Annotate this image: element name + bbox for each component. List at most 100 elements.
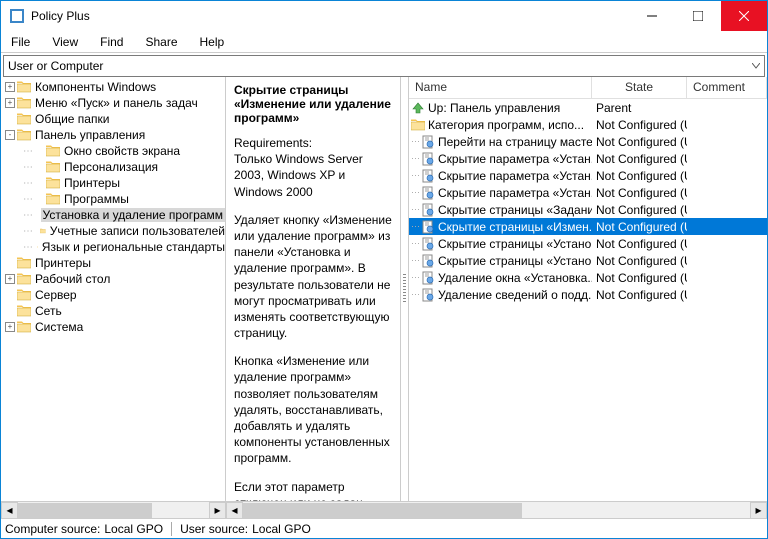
tree-item[interactable]: +Система	[1, 319, 225, 335]
list-row[interactable]: ⋯Скрытие параметра «Устан...Not Configur…	[409, 150, 767, 167]
tree-spacer	[34, 162, 44, 172]
list-row[interactable]: ⋯Удаление сведений о подд...Not Configur…	[409, 286, 767, 303]
desc-para-2: Кнопка «Изменение или удаление программ»…	[234, 353, 392, 466]
tree-item-label: Общие папки	[35, 112, 109, 126]
maximize-button[interactable]	[675, 1, 721, 31]
scroll-left-icon[interactable]: ◂	[1, 502, 18, 519]
tree-spacer	[5, 114, 15, 124]
list-row[interactable]: ⋯Скрытие страницы «Устано...Not Configur…	[409, 252, 767, 269]
tree-item[interactable]: ⋯Учетные записи пользователей	[1, 223, 225, 239]
folder-icon	[17, 305, 31, 317]
tree-hscroll[interactable]: ◂ ▸	[1, 501, 226, 518]
folder-icon	[17, 81, 31, 93]
tree-item[interactable]: Общие папки	[1, 111, 225, 127]
folder-icon	[17, 273, 31, 285]
tree-item[interactable]: Принтеры	[1, 255, 225, 271]
scroll-right-icon[interactable]: ▸	[750, 502, 767, 519]
list-row-state: Not Configured (U)	[592, 186, 687, 200]
col-comment[interactable]: Comment	[687, 77, 767, 98]
tree-item[interactable]: + Рабочий стол	[1, 271, 225, 287]
tree-item[interactable]: ⋯Программы	[1, 191, 225, 207]
tree-item[interactable]: +Компоненты Windows	[1, 79, 225, 95]
chevron-down-icon	[752, 63, 760, 69]
folder-icon	[17, 129, 31, 141]
policy-icon	[421, 169, 435, 183]
folder-icon	[37, 241, 38, 253]
list-row-state: Not Configured (U)	[592, 152, 687, 166]
tree-pane[interactable]: +Компоненты Windows+Меню «Пуск» и панель…	[1, 77, 226, 501]
tree-item-label: Учетные записи пользователей	[50, 224, 225, 238]
tree-item[interactable]: ⋯Окно свойств экрана	[1, 143, 225, 159]
up-icon	[411, 101, 425, 115]
tree-item[interactable]: -Панель управления	[1, 127, 225, 143]
scroll-right-icon[interactable]: ▸	[209, 502, 226, 519]
list-row[interactable]: Категория программ, испо...Not Configure…	[409, 116, 767, 133]
tree-item-label: Персонализация	[64, 160, 158, 174]
tree-item-label: Рабочий стол	[35, 272, 110, 286]
list-pane: Name State Comment Up: Панель управления…	[409, 77, 767, 501]
list-row[interactable]: ⋯Перейти на страницу масте...Not Configu…	[409, 133, 767, 150]
tree-item-label: Принтеры	[64, 176, 120, 190]
expand-icon[interactable]: +	[5, 274, 15, 284]
window: Policy Plus File View Find Share Help Us…	[0, 0, 768, 539]
tree-item[interactable]: + Меню «Пуск» и панель задач	[1, 95, 225, 111]
tree-item[interactable]: Сеть	[1, 303, 225, 319]
tree-item[interactable]: ⋯Принтеры	[1, 175, 225, 191]
tree-item[interactable]: Сервер	[1, 287, 225, 303]
tree-spacer	[34, 178, 44, 188]
list-row[interactable]: ⋯Скрытие параметра «Устан...Not Configur…	[409, 167, 767, 184]
list-row-state: Parent	[592, 101, 687, 115]
list-row-state: Not Configured (U)	[592, 288, 687, 302]
folder-icon	[17, 97, 31, 109]
list-row-name: Скрытие параметра «Устан...	[438, 169, 592, 183]
list-row[interactable]: Up: Панель управленияParent	[409, 99, 767, 116]
tree-item-label: Меню «Пуск» и панель задач	[35, 96, 198, 110]
list-hscroll[interactable]: ◂ ▸	[226, 501, 767, 518]
list-row-name: Скрытие страницы «Задани...	[438, 203, 592, 217]
menubar: File View Find Share Help	[1, 31, 767, 53]
menu-help[interactable]: Help	[198, 33, 227, 51]
col-name[interactable]: Name	[409, 77, 592, 98]
tree-spacer	[34, 242, 35, 252]
close-button[interactable]	[721, 1, 767, 31]
folder-icon	[40, 225, 46, 237]
desc-para-3: Если этот параметр отключен или не задан…	[234, 479, 392, 501]
folder-icon	[411, 118, 425, 132]
list-row[interactable]: ⋯Скрытие страницы «Задани...Not Configur…	[409, 201, 767, 218]
list-row-state: Not Configured (U)	[592, 271, 687, 285]
description-pane: Скрытие страницы «Изменение или удаление…	[226, 77, 401, 501]
menu-share[interactable]: Share	[143, 33, 179, 51]
expand-icon[interactable]: +	[5, 82, 15, 92]
list-row-name: Скрытие параметра «Устан...	[438, 186, 592, 200]
collapse-icon[interactable]: -	[5, 130, 15, 140]
status-comp-label: Computer source:	[5, 522, 100, 536]
policy-icon	[421, 254, 435, 268]
scroll-left-icon[interactable]: ◂	[226, 502, 243, 519]
list-row-name: Скрытие параметра «Устан...	[438, 152, 592, 166]
status-user-value: Local GPO	[252, 522, 311, 536]
col-state[interactable]: State	[592, 77, 687, 98]
tree-item[interactable]: ⋯Персонализация	[1, 159, 225, 175]
list-row-state: Not Configured (U)	[592, 169, 687, 183]
folder-icon	[17, 257, 31, 269]
list-body[interactable]: Up: Панель управленияParentКатегория про…	[409, 99, 767, 501]
list-row[interactable]: ⋯Скрытие страницы «Измен...Not Configure…	[409, 218, 767, 235]
menu-file[interactable]: File	[9, 33, 32, 51]
tree-item[interactable]: ⋯Язык и региональные стандарты	[1, 239, 225, 255]
status-user-label: User source:	[180, 522, 248, 536]
list-row[interactable]: ⋯Скрытие параметра «Устан...Not Configur…	[409, 184, 767, 201]
pane-resizer[interactable]	[401, 77, 409, 501]
tree-spacer	[5, 306, 15, 316]
expand-icon[interactable]: +	[5, 98, 15, 108]
menu-view[interactable]: View	[50, 33, 80, 51]
policy-icon	[421, 220, 435, 234]
list-row[interactable]: ⋯Удаление окна «Установка...Not Configur…	[409, 269, 767, 286]
menu-find[interactable]: Find	[98, 33, 125, 51]
tree-item[interactable]: ⋯Установка и удаление программ	[1, 207, 225, 223]
expand-icon[interactable]: +	[5, 322, 15, 332]
list-row[interactable]: ⋯Скрытие страницы «Устано...Not Configur…	[409, 235, 767, 252]
list-row-state: Not Configured (U)	[592, 254, 687, 268]
scope-dropdown[interactable]: User or Computer	[3, 55, 765, 77]
list-row-name: Скрытие страницы «Измен...	[438, 220, 592, 234]
minimize-button[interactable]	[629, 1, 675, 31]
